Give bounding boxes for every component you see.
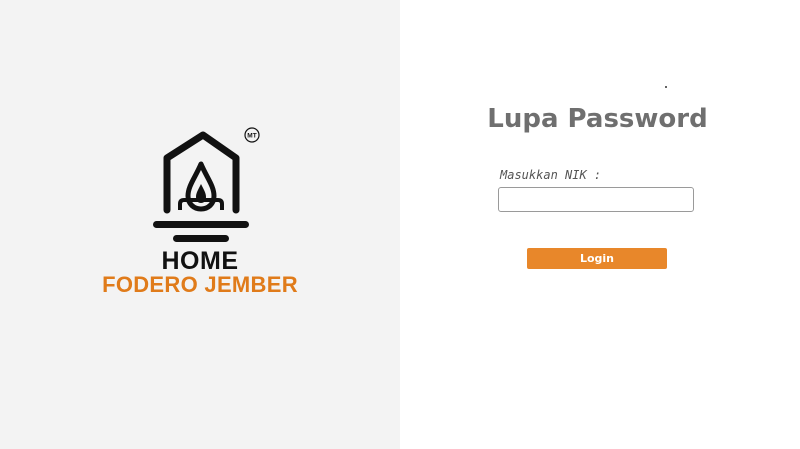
logo-badge-text: MT: [247, 133, 256, 140]
brand-panel: MT HOME FODERO JEMBER: [0, 0, 400, 449]
login-button[interactable]: Login: [527, 248, 667, 269]
decorative-dot: [665, 86, 667, 88]
nik-input[interactable]: [498, 187, 694, 212]
form-panel: Lupa Password Masukkan NIK : Login: [400, 0, 800, 449]
forgot-password-page: MT HOME FODERO JEMBER Lupa Password Masu…: [0, 0, 800, 449]
house-flame-logo-icon: MT: [153, 127, 260, 242]
nik-field-label: Masukkan NIK :: [500, 168, 602, 182]
logo-text-brand: FODERO JEMBER: [102, 272, 298, 297]
page-title: Lupa Password: [487, 104, 708, 134]
logo-text-home: HOME: [161, 247, 239, 275]
